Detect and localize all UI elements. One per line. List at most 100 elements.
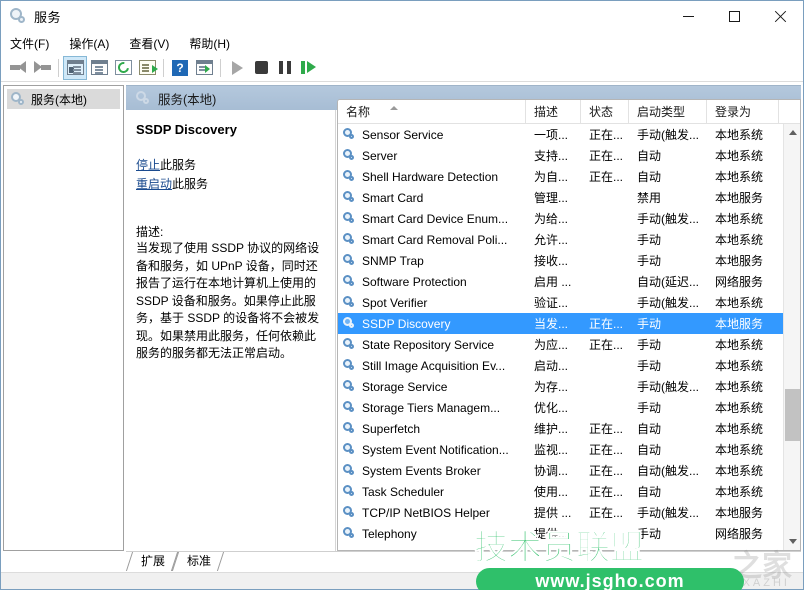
properties-icon [91, 60, 108, 75]
cell-name: Sensor Service [338, 128, 526, 142]
cell-description: 允许... [526, 231, 581, 248]
properties-button[interactable] [87, 56, 111, 80]
table-row[interactable]: Storage Service为存...手动(触发...本地系统 [338, 376, 783, 397]
table-row[interactable]: SSDP Discovery当发...正在...手动本地服务 [338, 313, 783, 334]
pause-service-button[interactable] [273, 56, 297, 80]
list-body: Sensor Service一项...正在...手动(触发...本地系统Serv… [338, 124, 783, 550]
column-log-on-as[interactable]: 登录为 [707, 100, 779, 124]
cell-startup-type: 自动 [629, 147, 707, 164]
cell-log-on-as: 本地系统 [707, 336, 779, 353]
menu-file[interactable]: 文件(F) [10, 33, 57, 54]
services-gear-icon [10, 8, 28, 26]
start-service-button[interactable] [225, 56, 249, 80]
service-name-text: Still Image Acquisition Ev... [362, 359, 505, 373]
tab-standard[interactable]: 标准 [175, 552, 221, 571]
cell-log-on-as: 本地系统 [707, 378, 779, 395]
show-action-pane-button[interactable] [192, 56, 216, 80]
table-row[interactable]: System Events Broker协调...正在...自动(触发...本地… [338, 460, 783, 481]
tree-item-services-local[interactable]: 服务(本地) [7, 89, 120, 109]
back-icon [10, 61, 27, 74]
column-status-label: 状态 [589, 105, 613, 119]
cell-name: Smart Card Device Enum... [338, 212, 526, 226]
table-row[interactable]: Storage Tiers Managem...优化...手动本地系统 [338, 397, 783, 418]
table-row[interactable]: Software Protection启用 ...自动(延迟...网络服务 [338, 271, 783, 292]
cell-description: 维护... [526, 420, 581, 437]
maximize-icon [729, 11, 740, 22]
title-bar: 服务 [1, 1, 803, 32]
table-row[interactable]: Spot Verifier验证...手动(触发...本地系统 [338, 292, 783, 313]
refresh-button[interactable] [111, 56, 135, 80]
cell-status: 正在... [581, 462, 629, 479]
stop-service-button[interactable] [249, 56, 273, 80]
restart-service-button[interactable] [297, 56, 321, 80]
service-name-text: State Repository Service [362, 338, 494, 352]
column-status[interactable]: 状态 [581, 100, 629, 124]
list-header: 名称描述状态 启动类型登录为 [338, 100, 800, 124]
service-name-text: Shell Hardware Detection [362, 170, 498, 184]
service-name-text: System Event Notification... [362, 443, 509, 457]
stop-service-link[interactable]: 停止 [136, 158, 160, 172]
table-row[interactable]: Task Scheduler使用...正在...自动本地系统 [338, 481, 783, 502]
restart-service-link[interactable]: 重启动 [136, 177, 172, 191]
table-row[interactable]: System Event Notification...监视...正在...自动… [338, 439, 783, 460]
table-row[interactable]: Server支持...正在...自动本地系统 [338, 145, 783, 166]
table-row[interactable]: Smart Card管理...禁用本地服务 [338, 187, 783, 208]
cell-status: 正在... [581, 126, 629, 143]
service-name-text: Software Protection [362, 275, 467, 289]
vertical-scrollbar[interactable] [783, 124, 800, 550]
cell-startup-type: 手动 [629, 525, 707, 542]
cell-description: 为应... [526, 336, 581, 353]
cell-description: 提供... [526, 525, 581, 542]
menu-action[interactable]: 操作(A) [69, 33, 117, 54]
show-action-pane-icon [196, 60, 213, 75]
table-row[interactable]: Shell Hardware Detection为自...正在...自动本地系统 [338, 166, 783, 187]
forward-icon [34, 61, 51, 74]
column-name[interactable]: 名称 [338, 100, 526, 124]
table-row[interactable]: TCP/IP NetBIOS Helper提供 ...正在...手动(触发...… [338, 502, 783, 523]
forward-button[interactable] [30, 56, 54, 80]
cell-name: Software Protection [338, 275, 526, 289]
show-hide-console-tree-button[interactable] [63, 56, 87, 80]
window-controls [665, 1, 803, 32]
table-row[interactable]: State Repository Service为应...正在...手动本地系统 [338, 334, 783, 355]
table-row[interactable]: Sensor Service一项...正在...手动(触发...本地系统 [338, 124, 783, 145]
table-row[interactable]: Smart Card Removal Poli...允许...手动本地系统 [338, 229, 783, 250]
scroll-up-button[interactable] [784, 124, 801, 141]
service-gear-icon [343, 128, 357, 142]
column-description[interactable]: 描述 [526, 100, 581, 124]
cell-description: 管理... [526, 189, 581, 206]
close-button[interactable] [757, 1, 803, 32]
menu-help[interactable]: 帮助(H) [189, 33, 238, 54]
table-row[interactable]: SNMP Trap接收...手动本地服务 [338, 250, 783, 271]
cell-status: 正在... [581, 441, 629, 458]
tab-extended[interactable]: 扩展 [129, 552, 175, 571]
tabbar-left-filler [1, 551, 126, 572]
minimize-button[interactable] [665, 1, 711, 32]
export-list-button[interactable] [135, 56, 159, 80]
table-row[interactable]: Still Image Acquisition Ev...启动...手动本地系统 [338, 355, 783, 376]
toolbar: ? [1, 54, 803, 82]
cell-log-on-as: 网络服务 [707, 525, 779, 542]
cell-startup-type: 手动 [629, 336, 707, 353]
table-row[interactable]: Smart Card Device Enum...为给...手动(触发...本地… [338, 208, 783, 229]
service-gear-icon [343, 380, 357, 394]
cell-description: 验证... [526, 294, 581, 311]
cell-startup-type: 手动(触发... [629, 126, 707, 143]
back-button[interactable] [6, 56, 30, 80]
scroll-down-button[interactable] [784, 533, 801, 550]
cell-name: Server [338, 149, 526, 163]
cell-startup-type: 手动 [629, 252, 707, 269]
table-row[interactable]: Telephony提供...手动网络服务 [338, 523, 783, 544]
service-name-text: SNMP Trap [362, 254, 424, 268]
cell-description: 为给... [526, 210, 581, 227]
sort-ascending-icon [390, 106, 398, 110]
maximize-button[interactable] [711, 1, 757, 32]
column-startup-type[interactable]: 启动类型 [629, 100, 707, 124]
restart-service-icon [301, 61, 317, 74]
service-gear-icon [343, 359, 357, 373]
scrollbar-thumb[interactable] [785, 389, 800, 441]
table-row[interactable]: Superfetch维护...正在...自动本地系统 [338, 418, 783, 439]
menu-view[interactable]: 查看(V) [129, 33, 177, 54]
help-button[interactable]: ? [168, 56, 192, 80]
cell-log-on-as: 本地系统 [707, 441, 779, 458]
